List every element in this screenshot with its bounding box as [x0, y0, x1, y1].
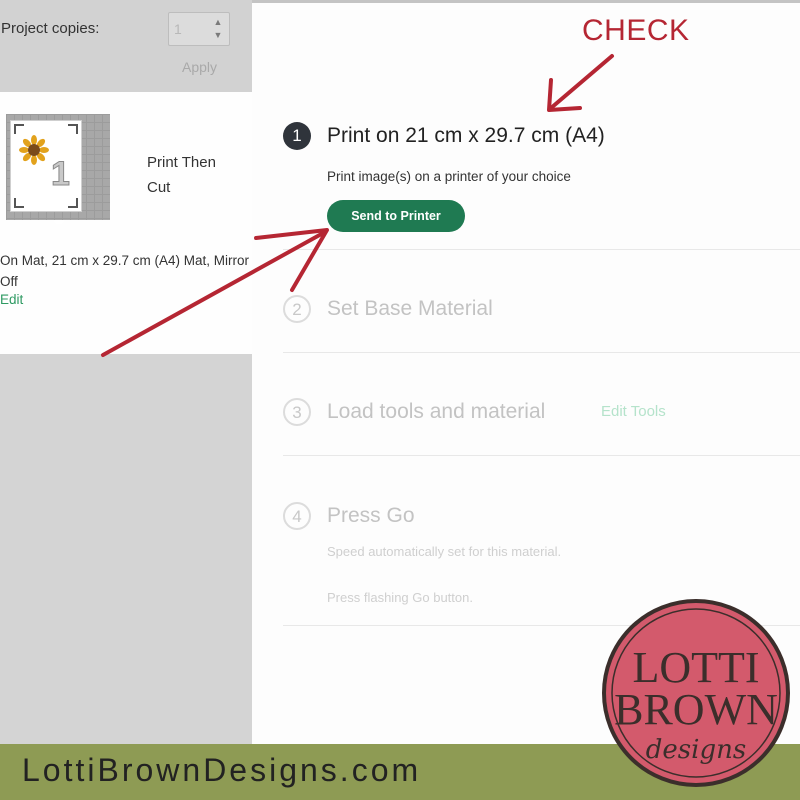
step-title: Load tools and material: [327, 400, 546, 423]
check-annotation: CHECK: [582, 14, 690, 47]
registration-mark: [14, 198, 24, 208]
divider: [283, 455, 800, 456]
top-divider: [252, 0, 800, 3]
step-note: Press flashing Go button.: [327, 590, 473, 605]
project-copies-label: Project copies:: [1, 20, 100, 37]
divider: [283, 352, 800, 353]
registration-mark: [68, 198, 78, 208]
project-copies-section: Project copies: 1 ▲ ▼ Apply: [0, 0, 252, 92]
registration-mark: [68, 124, 78, 134]
step-number-badge: 1: [283, 122, 311, 150]
lotti-brown-logo: LOTTI BROWN designs: [602, 599, 790, 787]
step-title: Set Base Material: [327, 297, 493, 320]
step-number-badge: 4: [283, 502, 311, 530]
sunflower-image: [19, 135, 49, 165]
registration-mark: [14, 124, 24, 134]
mat-page: 1: [10, 120, 82, 212]
step-title: Print on 21 cm x 29.7 cm (A4): [327, 124, 605, 147]
project-copies-value[interactable]: 1: [174, 21, 182, 37]
edit-mat-link[interactable]: Edit: [0, 292, 23, 307]
project-copies-stepper[interactable]: 1 ▲ ▼: [168, 12, 230, 46]
edit-tools-link[interactable]: Edit Tools: [601, 403, 666, 420]
stepper-down-icon[interactable]: ▼: [212, 30, 224, 40]
mat-info: On Mat, 21 cm x 29.7 cm (A4) Mat, Mirror…: [0, 253, 250, 289]
mat-number: 1: [51, 155, 71, 194]
step-number-badge: 3: [283, 398, 311, 426]
website-text: LottiBrownDesigns.com: [22, 752, 422, 788]
mat-notch: [54, 220, 64, 224]
step-note: Speed automatically set for this materia…: [327, 544, 562, 559]
step-number-badge: 2: [283, 295, 311, 323]
logo-text-line3: designs: [646, 735, 746, 765]
mat-preview[interactable]: 1: [6, 114, 110, 224]
divider: [283, 249, 800, 250]
logo-text-line2: BROWN: [614, 685, 778, 734]
step-title: Press Go: [327, 504, 415, 527]
mat-mode-label: Print Then Cut: [147, 154, 216, 196]
mat-card[interactable]: 1 Print Then Cut On Mat, 21 cm x 29.7 cm…: [0, 92, 252, 354]
apply-button[interactable]: Apply: [182, 59, 217, 75]
left-panel: Project copies: 1 ▲ ▼ Apply 1 Print Then…: [0, 0, 252, 800]
stepper-up-icon[interactable]: ▲: [212, 17, 224, 27]
step-description: Print image(s) on a printer of your choi…: [327, 169, 571, 184]
send-to-printer-button[interactable]: Send to Printer: [327, 200, 465, 232]
